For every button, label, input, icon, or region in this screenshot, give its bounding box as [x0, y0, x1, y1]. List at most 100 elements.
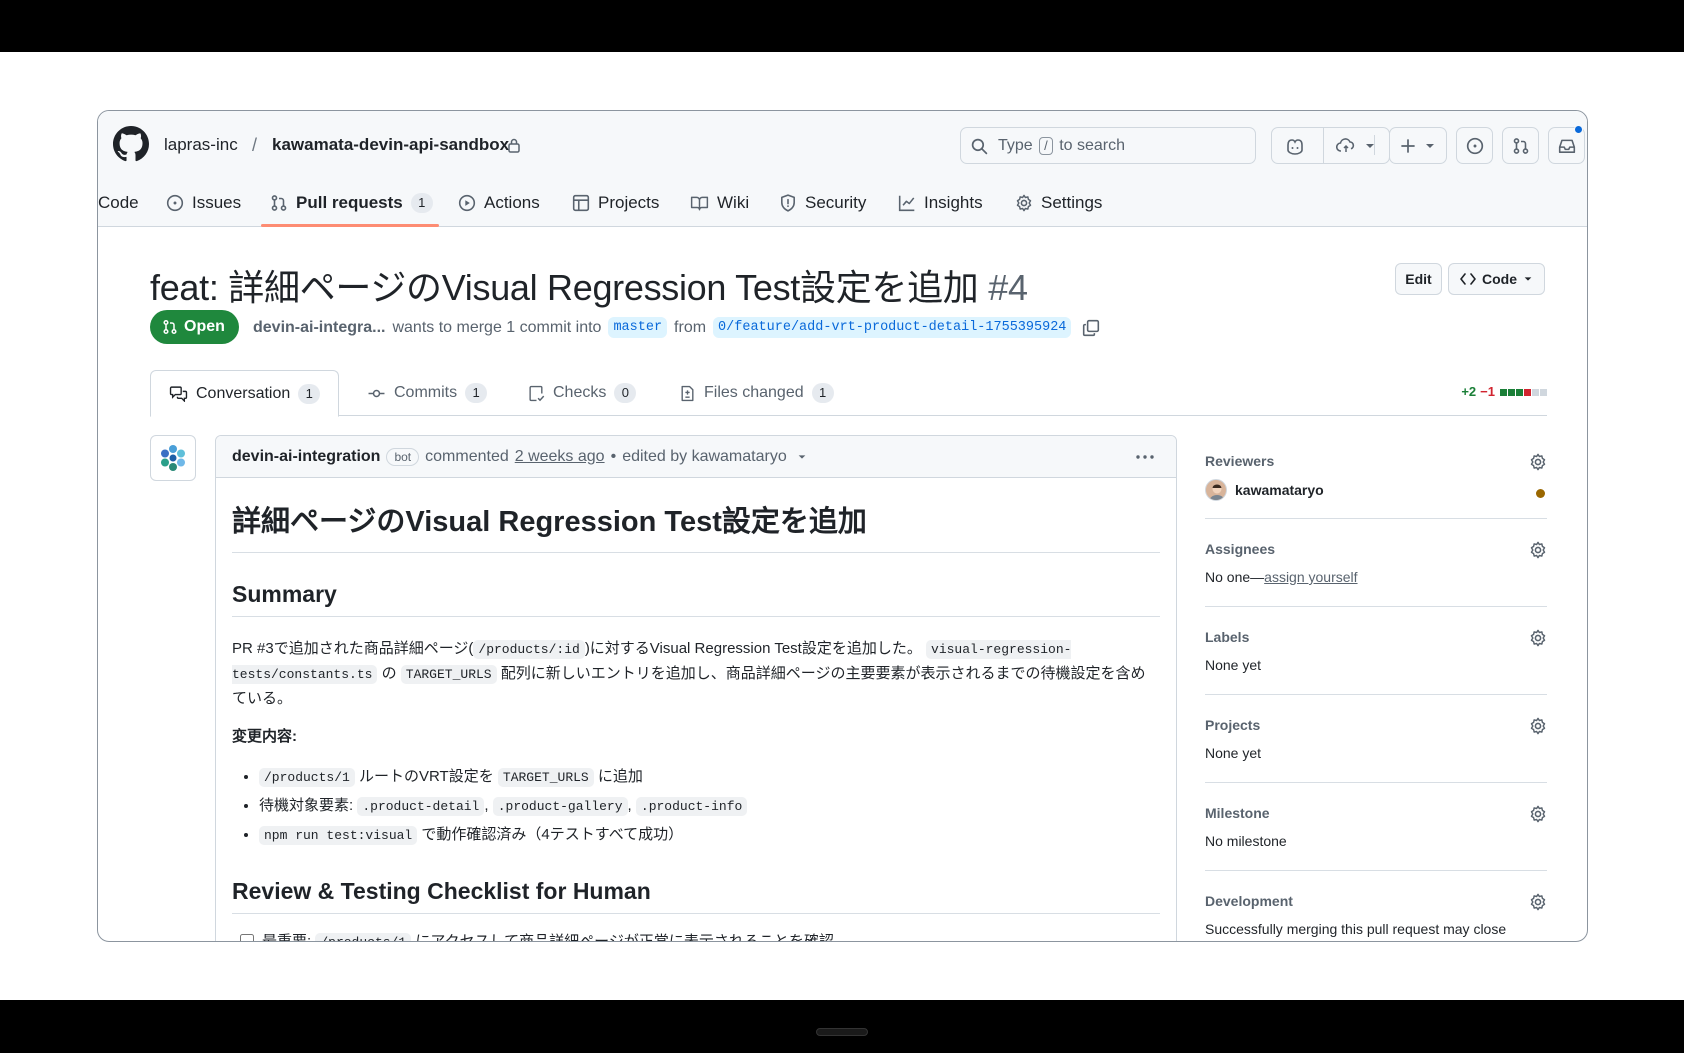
edited-by-dropdown[interactable]: edited by kawamataryo [622, 448, 787, 466]
diff-bar [1499, 384, 1547, 399]
play-icon [458, 194, 476, 212]
github-logo-icon[interactable] [113, 126, 149, 162]
projects-title[interactable]: Projects [1205, 717, 1547, 733]
chevron-down-icon [1426, 143, 1434, 148]
notification-indicator [1574, 125, 1583, 134]
device-top-bezel [0, 0, 1684, 52]
chevron-down-icon[interactable] [797, 452, 807, 462]
avatar[interactable] [150, 435, 196, 481]
graph-icon [898, 195, 915, 212]
labels-value: None yet [1205, 657, 1262, 673]
tab-code[interactable]: Code [98, 179, 139, 227]
diff-stat-box [1516, 389, 1523, 396]
page-title: feat: 詳細ページのVisual Regression Test設定を追加 … [150, 259, 1028, 311]
pr-number: #4 [988, 267, 1028, 308]
from-text: from [674, 318, 707, 336]
pr-author-link[interactable]: devin-ai-integra... [253, 319, 385, 337]
gear-icon [1016, 194, 1032, 212]
tab-security[interactable]: Security [779, 179, 866, 227]
development-title[interactable]: Development [1205, 893, 1547, 909]
gear-icon[interactable] [1529, 541, 1547, 559]
checklist-item: 最重要: /products/1 にアクセスして商品詳細ページが正常に表示される… [232, 930, 1160, 941]
bot-badge: bot [386, 447, 420, 466]
list-item: 待機対象要素: .product-detail, .product-galler… [259, 792, 1160, 821]
tab-insights[interactable]: Insights [898, 179, 983, 227]
copilot-icon[interactable] [1285, 137, 1305, 155]
reviewer-item[interactable]: kawamataryo [1205, 479, 1547, 501]
pull-requests-button[interactable] [1502, 127, 1539, 164]
tab-files-changed[interactable]: Files changed 1 [661, 370, 852, 416]
base-branch[interactable]: master [608, 317, 668, 338]
pr-tabs: Conversation 1 Commits 1 Checks 0 Files … [150, 370, 1547, 417]
comment-header: devin-ai-integration bot commented 2 wee… [216, 436, 1176, 478]
code-icon [1460, 273, 1476, 285]
description-heading: 詳細ページのVisual Regression Test設定を追加 [232, 478, 1160, 553]
breadcrumb-owner[interactable]: lapras-inc [164, 135, 238, 155]
diff-stat-box [1524, 389, 1531, 396]
breadcrumb-repo[interactable]: kawamata-devin-api-sandbox [272, 135, 509, 155]
tab-commits[interactable]: Commits 1 [349, 370, 505, 416]
tab-issues[interactable]: Issues [166, 179, 241, 227]
home-indicator [816, 1028, 868, 1036]
plus-icon [1401, 138, 1415, 153]
gear-icon[interactable] [1529, 629, 1547, 647]
copilot-button-group[interactable] [1271, 127, 1390, 164]
kebab-menu-icon[interactable] [1134, 446, 1156, 468]
browser-window: lapras-inc / kawamata-devin-api-sandbox … [97, 110, 1588, 942]
tab-conversation[interactable]: Conversation 1 [150, 370, 340, 417]
comment-author[interactable]: devin-ai-integration [232, 448, 380, 466]
labels-title[interactable]: Labels [1205, 629, 1547, 645]
tab-settings[interactable]: Settings [1015, 179, 1102, 227]
file-diff-icon [681, 385, 694, 401]
gear-icon[interactable] [1529, 805, 1547, 823]
breadcrumb-separator: / [252, 135, 258, 155]
tab-wiki[interactable]: Wiki [690, 179, 749, 227]
checklist-checkbox[interactable] [240, 933, 254, 941]
code-dropdown-button[interactable]: Code [1448, 263, 1545, 295]
search-input[interactable]: Type / to search [960, 127, 1256, 164]
tab-projects[interactable]: Projects [572, 179, 659, 227]
changes-label: 変更内容: [232, 728, 297, 745]
table-icon [572, 194, 590, 212]
gear-icon[interactable] [1529, 893, 1547, 911]
milestone-title[interactable]: Milestone [1205, 805, 1547, 821]
additions-count: +2 [1461, 384, 1477, 399]
copy-icon[interactable] [1082, 319, 1100, 337]
list-item: npm run test:visual で動作確認済み（4テストすべて成功） [259, 821, 1160, 850]
reviewers-title[interactable]: Reviewers [1205, 453, 1547, 469]
repo-header: lapras-inc / kawamata-devin-api-sandbox … [98, 111, 1587, 227]
files-changed-count: 1 [811, 383, 834, 403]
checks-count: 0 [614, 383, 637, 403]
tab-checks[interactable]: Checks 0 [510, 370, 654, 416]
assignees-title[interactable]: Assignees [1205, 541, 1547, 557]
issues-button[interactable] [1456, 127, 1493, 164]
pull-requests-count: 1 [410, 193, 433, 213]
tab-pull-requests[interactable]: Pull requests 1 [270, 179, 433, 227]
projects-value: None yet [1205, 745, 1262, 761]
assign-yourself-link[interactable]: assign yourself [1264, 569, 1357, 585]
conversation-count: 1 [298, 383, 321, 404]
cloud-upload-icon[interactable] [1336, 137, 1356, 154]
head-branch[interactable]: 0/feature/add-vrt-product-detail-1755395… [713, 317, 1072, 338]
gear-icon[interactable] [1529, 453, 1547, 471]
reviewer-name[interactable]: kawamataryo [1235, 482, 1324, 498]
issue-icon [166, 194, 184, 212]
create-new-button[interactable] [1389, 127, 1447, 164]
slash-key-hint: / [1039, 137, 1053, 155]
diff-stat: +2 −1 [1461, 384, 1547, 399]
commits-count: 1 [465, 383, 488, 403]
search-placeholder: Type / to search [998, 137, 1126, 155]
comment-timestamp[interactable]: 2 weeks ago [515, 448, 605, 466]
tab-actions[interactable]: Actions [458, 179, 540, 227]
edit-title-button[interactable]: Edit [1395, 263, 1442, 295]
diff-stat-box [1508, 389, 1515, 396]
pr-meta: devin-ai-integra... wants to merge 1 com… [253, 317, 1100, 338]
devin-avatar-icon [161, 445, 185, 471]
comment-discussion-icon [169, 386, 188, 402]
gear-icon[interactable] [1529, 717, 1547, 735]
git-pull-request-icon [1513, 137, 1528, 154]
assignees-value: No one—assign yourself [1205, 569, 1358, 585]
diff-stat-box [1500, 389, 1507, 396]
avatar [1205, 479, 1227, 501]
comment-body: 詳細ページのVisual Regression Test設定を追加 Summar… [216, 478, 1176, 941]
